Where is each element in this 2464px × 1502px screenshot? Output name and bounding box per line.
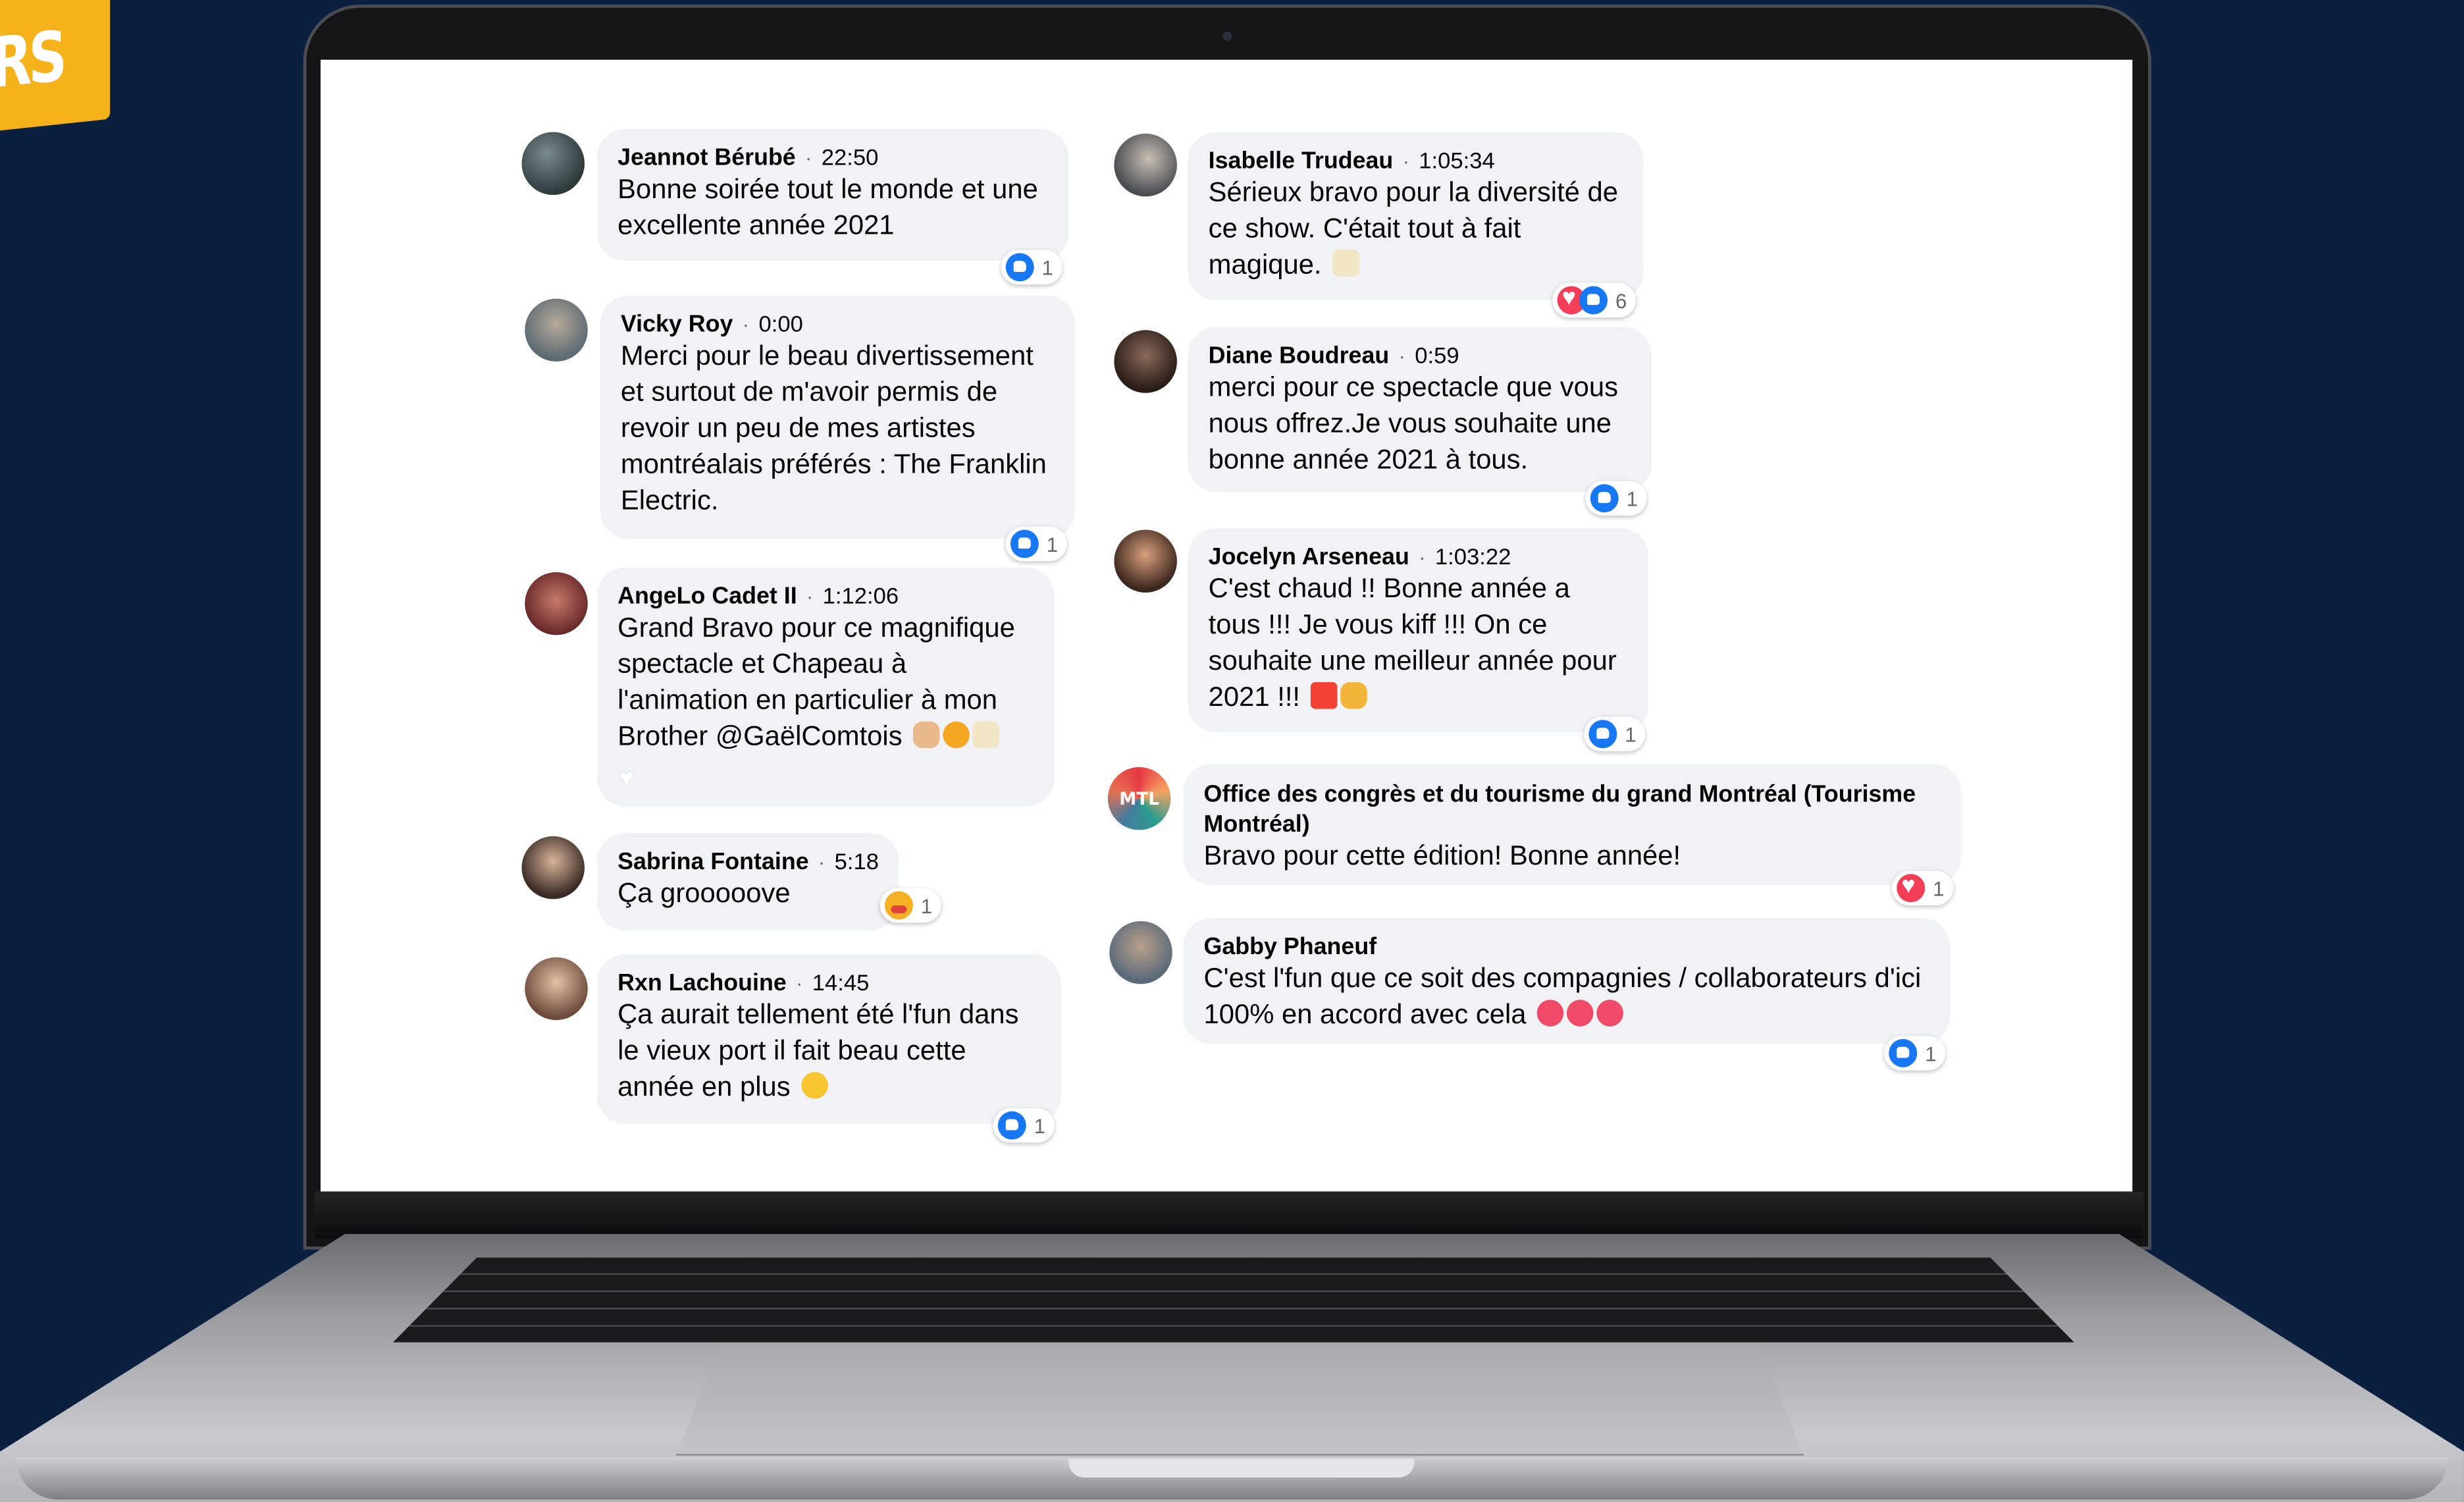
avatar[interactable] (525, 572, 588, 635)
comment-time[interactable]: 1:12:06 (823, 585, 899, 610)
comment-author[interactable]: Gabby Phaneuf (1204, 934, 1928, 961)
reaction-count[interactable]: 1 (879, 888, 942, 923)
comment-author[interactable]: Isabelle Trudeau (1209, 148, 1394, 174)
comment-bubble: Rxn Lachouine · 14:45 Ça aurait tellement … (597, 953, 1061, 1124)
comment-author[interactable]: Diane Boudreau (1209, 342, 1390, 369)
love-icon (1897, 872, 1926, 903)
like-icon (1889, 1038, 1918, 1067)
trackpad (675, 1345, 1804, 1456)
reaction-count[interactable]: 1 (1884, 1036, 1946, 1071)
heart-icon (1536, 1000, 1564, 1027)
comment-author[interactable]: Jeannot Bérubé (617, 145, 796, 172)
comment-bubble: Isabelle Trudeau · 1:05:34 Sérieux bravo p… (1188, 132, 1644, 300)
grinning-face-icon (801, 1072, 828, 1099)
comment-text: C'est chaud !! Bonne année a tous !!! Je… (1208, 572, 1617, 712)
comment-bubble: Jocelyn Arseneau · 1:03:22 C'est chaud !! … (1188, 528, 1649, 733)
avatar[interactable] (1109, 921, 1172, 984)
care-icon (884, 891, 913, 920)
comment-author[interactable]: Rxn Lachouine (617, 970, 787, 997)
avatar[interactable] (525, 957, 588, 1021)
comment-time[interactable]: 1:03:22 (1435, 545, 1511, 570)
reaction-count[interactable]: 1 (1892, 871, 1954, 905)
comment-bubble: Sabrina Fontaine · 5:18 Ça grooooove (597, 833, 899, 931)
avatar[interactable] (1114, 330, 1177, 393)
comment-text: merci pour ce spectacle que vous nous of… (1208, 371, 1619, 475)
comment-time[interactable]: 5:18 (835, 850, 879, 875)
reaction-count[interactable]: 1 (993, 1108, 1055, 1143)
comment-bubble: Office des congrès et du tourisme du gra… (1183, 764, 1962, 885)
comment-text: C'est l'fun que ce soit des compagnies /… (1203, 961, 1922, 1030)
comment-time[interactable]: 22:50 (822, 146, 879, 171)
clinking-glasses-icon (972, 721, 1000, 749)
comment-bubble: AngeLo Cadet II · 1:12:06 Grand Bravo pour… (597, 567, 1055, 807)
comment-time[interactable]: 1:05:34 (1419, 149, 1495, 174)
reaction-count[interactable]: 6 (1552, 282, 1637, 318)
comment-bubble: Jeannot Bérubé · 22:50 Bonne soirée tout l… (597, 128, 1069, 261)
comment-text: Bonne soirée tout le monde et une excell… (617, 173, 1038, 241)
reaction-count[interactable]: 1 (1585, 481, 1648, 516)
screen: Jeannot Bérubé · 22:50 Bonne soirée tout l… (320, 59, 2133, 1192)
keyboard (392, 1257, 2074, 1343)
avatar[interactable] (1114, 133, 1177, 197)
reaction-count[interactable]: 1 (1001, 250, 1063, 285)
comment-author[interactable]: Office des congrès et du tourisme du gra… (1204, 780, 1939, 840)
comment-bubble: Vicky Roy · 0:00 Merci pour le beau divert… (600, 295, 1075, 539)
comment-text: Bravo pour cette édition! Bonne année! (1203, 839, 1681, 871)
comment-time[interactable]: 0:00 (758, 313, 802, 338)
avatar[interactable] (1114, 529, 1177, 593)
lid-opening-notch (1068, 1459, 1415, 1478)
corner-banner-text: RS (0, 16, 64, 105)
like-icon (1005, 253, 1034, 282)
comment-text: Ça grooooove (617, 877, 791, 909)
reaction-count[interactable]: 1 (1005, 526, 1068, 562)
heart-icon (1567, 1000, 1594, 1027)
avatar[interactable] (521, 836, 585, 899)
reaction-count[interactable]: 1 (1584, 716, 1646, 752)
comment-time[interactable]: 14:45 (812, 971, 870, 996)
comment-bubble: Diane Boudreau · 0:59 merci pour ce specta… (1188, 327, 1652, 493)
comment-bubble: Gabby Phaneuf C'est l'fun que ce soit de… (1183, 918, 1951, 1044)
like-icon (1588, 720, 1617, 749)
heart-outline-icon[interactable]: ♥ (619, 766, 635, 794)
hundred-points-icon (1311, 682, 1338, 709)
avatar[interactable] (521, 132, 585, 196)
comment-text: Sérieux bravo pour la diversité de ce sh… (1208, 176, 1619, 280)
avatar[interactable] (525, 298, 588, 362)
webcam-icon (1222, 31, 1232, 41)
comment-author[interactable]: Sabrina Fontaine (617, 849, 808, 876)
comment-time[interactable]: 0:59 (1415, 344, 1459, 369)
like-icon (997, 1111, 1026, 1140)
ok-hand-icon (913, 721, 940, 749)
heart-icon (1596, 1000, 1624, 1027)
clinking-glasses-icon (1332, 250, 1359, 277)
comment-text: Merci pour le beau divertissement et sur… (620, 339, 1047, 516)
heart-eyes-cat-icon (943, 721, 970, 749)
comment-author[interactable]: Jocelyn Arseneau (1209, 544, 1409, 571)
laptop-mockup: RS Jeannot Bérubé · 22:50 Bonne soirée tou… (0, 0, 2464, 1502)
folded-hands-icon (1340, 682, 1368, 709)
laptop-hinge (314, 1191, 2144, 1239)
comment-author[interactable]: Vicky Roy (621, 311, 733, 338)
avatar-mtl-logo: MTL (1119, 788, 1160, 809)
like-icon (1590, 484, 1619, 513)
like-icon (1579, 286, 1608, 315)
avatar[interactable]: MTL (1107, 766, 1171, 830)
comment-author[interactable]: AngeLo Cadet II (617, 583, 797, 610)
like-icon (1010, 529, 1039, 558)
corner-banner: RS (0, 0, 111, 133)
